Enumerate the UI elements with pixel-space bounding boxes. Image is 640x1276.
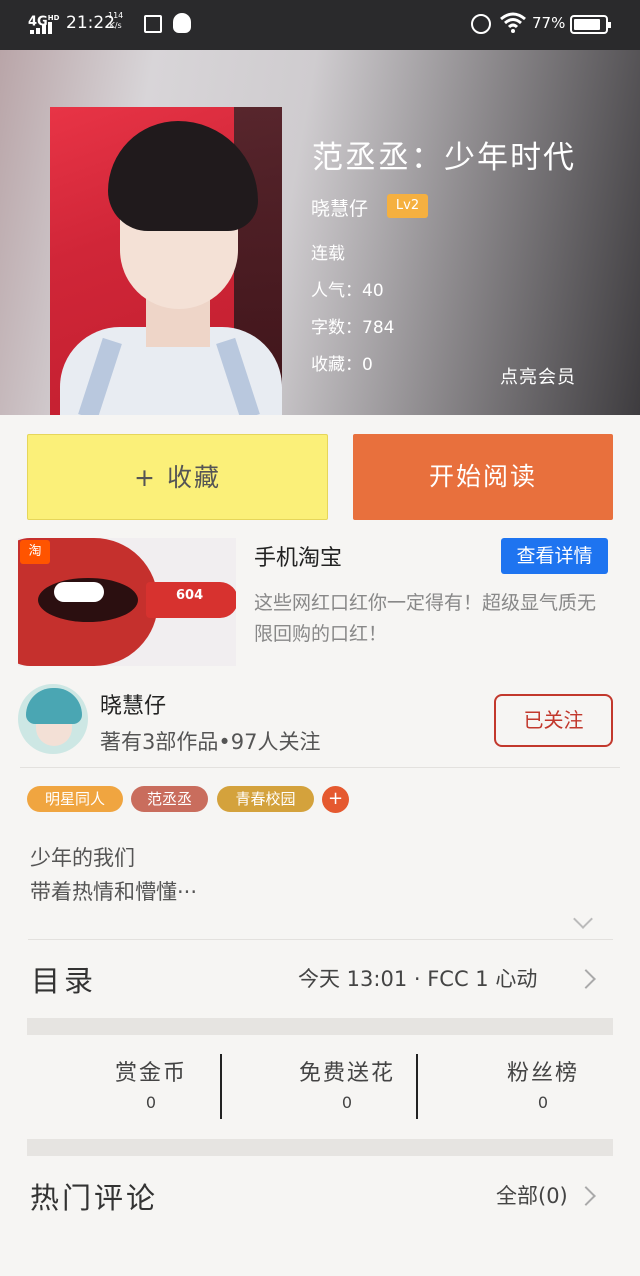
stat-value: 0 [145, 1093, 157, 1112]
status-bar: 4GHD 21:22 114 K/s 77% [0, 0, 640, 50]
qq-icon [173, 13, 191, 33]
tag-3[interactable]: 青春校园 [217, 786, 314, 812]
view-details-button[interactable]: 查看详情 [501, 538, 608, 574]
book-intro[interactable]: 少年的我们 带着热情和懵懂··· [30, 841, 197, 909]
battery-icon [570, 15, 611, 34]
fan-ranking[interactable]: 粉丝榜 0 [453, 1055, 633, 1112]
ad-image[interactable]: 604 淘 [18, 538, 236, 666]
book-header: 范丞丞：少年时代 晓慧仔 Lv2 连载 人气：40 字数：784 收藏：0 点亮… [0, 50, 640, 415]
ad-title[interactable]: 手机淘宝 [254, 540, 342, 572]
alarm-icon [471, 14, 491, 34]
avatar[interactable] [18, 684, 88, 754]
chevron-right-icon[interactable] [576, 1186, 596, 1206]
free-flowers[interactable]: 免费送花 0 [257, 1055, 437, 1112]
wifi-icon [500, 12, 526, 33]
battery-percent: 77% [532, 14, 566, 32]
divider [416, 1054, 418, 1119]
ad-product-code: 604 [176, 588, 204, 603]
section-separator [27, 1139, 613, 1156]
tag-2[interactable]: 范丞丞 [131, 786, 208, 812]
start-reading-button[interactable]: 开始阅读 [353, 434, 613, 520]
book-word-count: 字数：784 [311, 318, 395, 338]
screenshot-icon [144, 15, 162, 33]
intro-line: 带着热情和懵懂··· [30, 880, 198, 904]
book-title: 范丞丞：少年时代 [312, 140, 576, 176]
taobao-icon: 淘 [20, 540, 50, 564]
chevron-right-icon[interactable] [576, 969, 596, 989]
follow-button[interactable]: 已关注 [494, 694, 613, 747]
section-separator [27, 1018, 613, 1035]
book-status: 连载 [311, 244, 345, 264]
divider [220, 1054, 222, 1119]
favorite-button[interactable]: + 收藏 [27, 434, 328, 520]
book-popularity: 人气：40 [311, 281, 384, 301]
latest-chapter[interactable]: 今天 13:01 · FCC 1 心动 [298, 963, 537, 993]
all-comments-link[interactable]: 全部(0) [496, 1180, 568, 1210]
signal-icon [30, 22, 58, 34]
catalog-title[interactable]: 目录 [31, 958, 97, 1000]
divider [20, 767, 620, 768]
divider [28, 939, 613, 940]
stat-value: 0 [341, 1093, 353, 1112]
add-tag-button[interactable]: + [322, 786, 349, 813]
book-favorites: 收藏：0 [311, 355, 373, 375]
book-cover[interactable] [50, 107, 282, 415]
vip-link[interactable]: 点亮会员 [500, 363, 576, 389]
stat-label: 免费送花 [298, 1061, 395, 1086]
chevron-down-icon[interactable] [573, 909, 593, 929]
book-author[interactable]: 晓慧仔 [311, 194, 368, 221]
intro-line: 少年的我们 [30, 846, 135, 870]
author-level-badge: Lv2 [387, 194, 428, 218]
tag-1[interactable]: 明星同人 [27, 786, 123, 812]
ad-description[interactable]: 这些网红口红你一定得有！超级显气质无限回购的口红！ [254, 588, 614, 650]
stat-label: 赏金币 [114, 1061, 187, 1086]
reward-coins[interactable]: 赏金币 0 [61, 1055, 241, 1112]
network-speed: 114 K/s [108, 11, 124, 30]
stat-value: 0 [537, 1093, 549, 1112]
author-name[interactable]: 晓慧仔 [100, 688, 166, 720]
stat-label: 粉丝榜 [506, 1061, 579, 1086]
author-stats: 著有3部作品•97人关注 [100, 730, 321, 754]
hot-comments-title: 热门评论 [30, 1181, 159, 1215]
